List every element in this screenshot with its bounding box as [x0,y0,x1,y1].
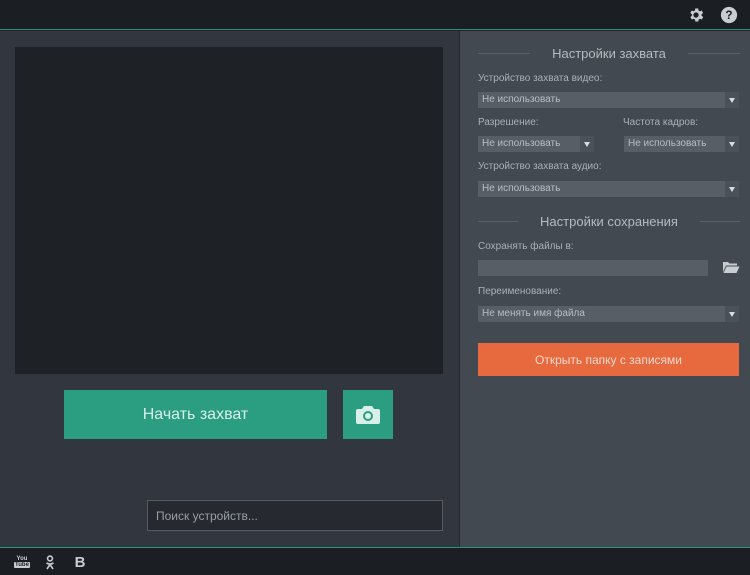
capture-settings-title: Настройки захвата [478,45,740,61]
bottom-bar: You Tube B [0,547,750,575]
youtube-bottom-text: Tube [14,562,30,568]
gear-icon[interactable] [686,5,706,25]
camera-icon [356,405,380,424]
save-settings-title: Настройки сохранения [478,213,740,229]
framerate-value: Не использовать [628,138,707,149]
top-bar: ? [0,0,750,30]
help-icon[interactable]: ? [719,5,739,25]
save-path-input[interactable] [478,260,708,276]
chevron-down-icon [725,306,739,322]
audio-device-value: Не использовать [482,183,561,194]
framerate-select[interactable]: Не использовать [624,136,739,152]
audio-device-label: Устройство захвата аудио: [478,161,602,172]
left-panel: Начать захват [0,31,459,547]
save-to-label: Сохранять файлы в: [478,241,574,252]
youtube-icon[interactable]: You Tube [13,554,31,570]
chevron-down-icon [725,92,739,108]
settings-panel: Настройки захвата Устройство захвата вид… [459,31,750,547]
chevron-down-icon [725,136,739,152]
resolution-value: Не использовать [482,138,561,149]
video-device-select[interactable]: Не использовать [478,92,739,108]
help-glyph: ? [725,9,732,22]
capture-settings-title-text: Настройки захвата [552,45,666,61]
video-device-value: Не использовать [482,94,561,105]
resolution-label: Разрешение: [478,117,539,128]
framerate-label: Частота кадров: [623,117,699,128]
vk-icon[interactable]: B [73,554,87,571]
chevron-down-icon [580,136,594,152]
device-search-input[interactable] [147,500,443,531]
chevron-down-icon [725,181,739,197]
rename-value: Не менять имя файла [482,308,585,319]
video-preview [15,47,443,374]
video-device-label: Устройство захвата видео: [478,73,603,84]
resolution-select[interactable]: Не использовать [478,136,594,152]
snapshot-button[interactable] [343,390,393,439]
save-settings-title-text: Настройки сохранения [540,213,678,229]
folder-open-icon[interactable] [722,260,742,276]
rename-label: Переименование: [478,286,562,297]
odnoklassniki-icon[interactable] [44,554,56,570]
start-capture-button[interactable]: Начать захват [64,390,327,439]
open-recordings-folder-button[interactable]: Открыть папку с записями [478,343,739,376]
audio-device-select[interactable]: Не использовать [478,181,739,197]
rename-select[interactable]: Не менять имя файла [478,306,739,322]
